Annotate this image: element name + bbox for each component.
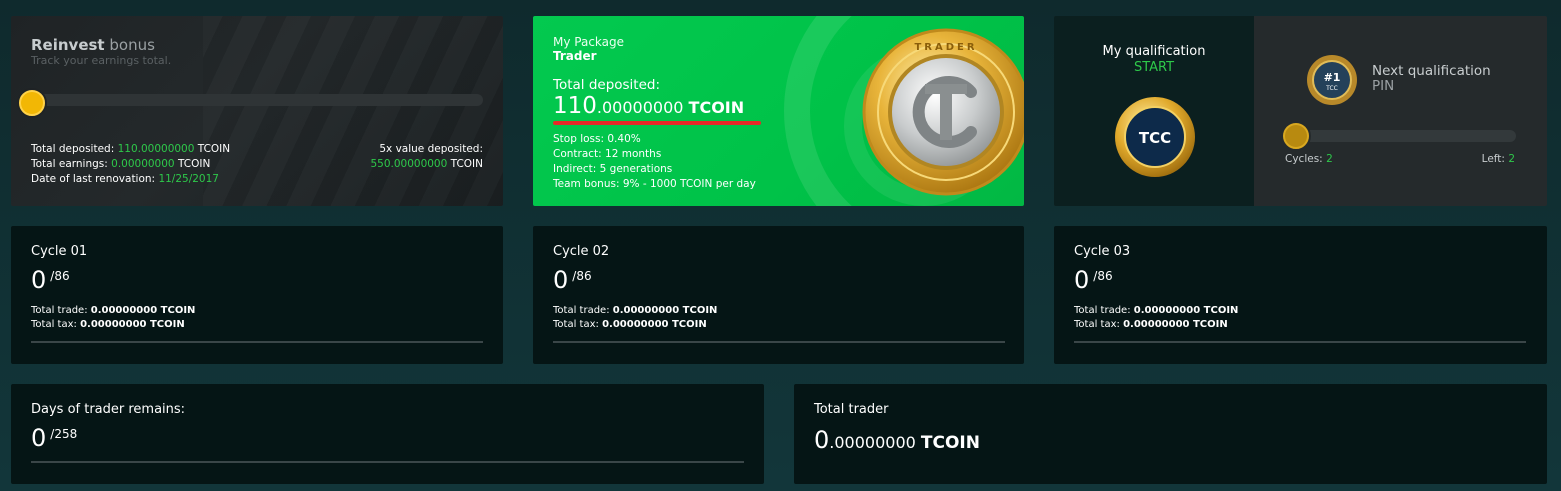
reinvest-title: Reinvest bonus [31, 36, 155, 54]
total-trader-value: 0.00000000 TCOIN [814, 426, 980, 454]
days-divider [31, 461, 744, 463]
total-trader-card: Total trader 0.00000000 TCOIN [794, 384, 1547, 484]
cycle-card-02: Cycle 02 0/86 Total trade: 0.00000000 TC… [533, 226, 1024, 364]
card-background-pattern [203, 16, 503, 206]
next-qualification-badge-icon: #1 TCC [1306, 54, 1358, 106]
cycle-count: 0/86 [1074, 266, 1113, 294]
next-qualification-status: PIN [1372, 78, 1395, 94]
package-deposited-label: Total deposited: [553, 77, 661, 93]
days-remaining-card: Days of trader remains: 0/258 [11, 384, 764, 484]
cycle-divider [1074, 341, 1526, 343]
package-deposited-value: 110.00000000 TCOIN [553, 93, 745, 119]
last-renovation-row: Date of last renovation: 11/25/2017 [31, 173, 219, 185]
reinvest-stats-right: 5x value deposited: 550.00000000 TCOIN [370, 142, 483, 172]
qualification-card: My qualification START TCC #1 TCC Next q… [1054, 16, 1547, 206]
dashboard-page: Reinvest bonus Track your earnings total… [0, 0, 1561, 491]
reinvest-progress-knob[interactable] [19, 90, 45, 116]
svg-text:TCC: TCC [1139, 129, 1171, 147]
svg-text:TCC: TCC [1325, 85, 1338, 92]
total-deposited-row: Total deposited: 110.00000000 TCOIN [31, 143, 231, 155]
current-qualification-pane: My qualification START TCC [1054, 16, 1254, 206]
indirect: Indirect: 5 generations [553, 163, 673, 175]
my-package-card: My Package Trader Total deposited: 110.0… [533, 16, 1024, 206]
trader-coin-icon: TRADER [861, 20, 1024, 203]
package-details: Stop loss: 0.40% Contract: 12 months Ind… [553, 132, 756, 192]
five-x-row: 550.00000000 TCOIN [370, 158, 483, 170]
contract: Contract: 12 months [553, 148, 662, 160]
next-qualification-title: Next qualification [1372, 63, 1491, 79]
reinvest-title-bold: Reinvest [31, 36, 105, 54]
cycle-title: Cycle 01 [31, 244, 88, 259]
package-label: My Package [553, 35, 625, 49]
cycle-count: 0/86 [31, 266, 70, 294]
cycle-divider [553, 341, 1005, 343]
left-count: Left: 2 [1481, 153, 1515, 165]
svg-text:#1: #1 [1324, 71, 1341, 84]
reinvest-title-rest: bonus [109, 36, 155, 54]
svg-text:TRADER: TRADER [914, 42, 977, 53]
cycle-totals: Total trade: 0.00000000 TCOIN Total tax:… [31, 305, 196, 330]
total-deposited-value: 110.00000000 [117, 143, 195, 155]
days-count: 0/258 [31, 424, 78, 452]
total-earnings-row: Total earnings: 0.00000000 TCOIN [31, 158, 211, 170]
qualification-status: START [1133, 60, 1175, 75]
cycle-card-03: Cycle 03 0/86 Total trade: 0.00000000 TC… [1054, 226, 1547, 364]
cycle-card-01: Cycle 01 0/86 Total trade: 0.00000000 TC… [11, 226, 503, 364]
deposited-underline [553, 121, 761, 125]
reinvest-stats-left: Total deposited: 110.00000000 TCOIN Tota… [31, 142, 230, 187]
tcc-badge-icon: TCC [1114, 96, 1196, 178]
cycle-divider [31, 341, 483, 343]
total-earnings-value: 0.00000000 [111, 158, 175, 170]
reinvest-progress-track [31, 94, 483, 106]
cycle-totals: Total trade: 0.00000000 TCOIN Total tax:… [1074, 305, 1239, 330]
five-x-value: 550.00000000 [370, 158, 448, 170]
cycle-title: Cycle 03 [1074, 244, 1131, 259]
cycle-count: 0/86 [553, 266, 592, 294]
days-title: Days of trader remains: [31, 402, 186, 417]
reinvest-subtitle: Track your earnings total. [31, 54, 172, 67]
five-x-label: 5x value deposited: [379, 143, 483, 155]
team-bonus: Team bonus: 9% - 1000 TCOIN per day [553, 178, 756, 190]
cycles-count: Cycles: 2 [1285, 153, 1333, 165]
reinvest-bonus-card: Reinvest bonus Track your earnings total… [11, 16, 503, 206]
cycle-title: Cycle 02 [553, 244, 610, 259]
qualification-title: My qualification [1102, 44, 1206, 59]
package-name: Trader [553, 49, 597, 63]
total-trader-title: Total trader [814, 402, 889, 417]
qualification-progress-knob[interactable] [1283, 123, 1309, 149]
last-renovation-value: 11/25/2017 [158, 173, 219, 185]
stop-loss: Stop loss: 0.40% [553, 133, 641, 145]
qualification-progress-track [1286, 130, 1516, 142]
cycle-totals: Total trade: 0.00000000 TCOIN Total tax:… [553, 305, 718, 330]
